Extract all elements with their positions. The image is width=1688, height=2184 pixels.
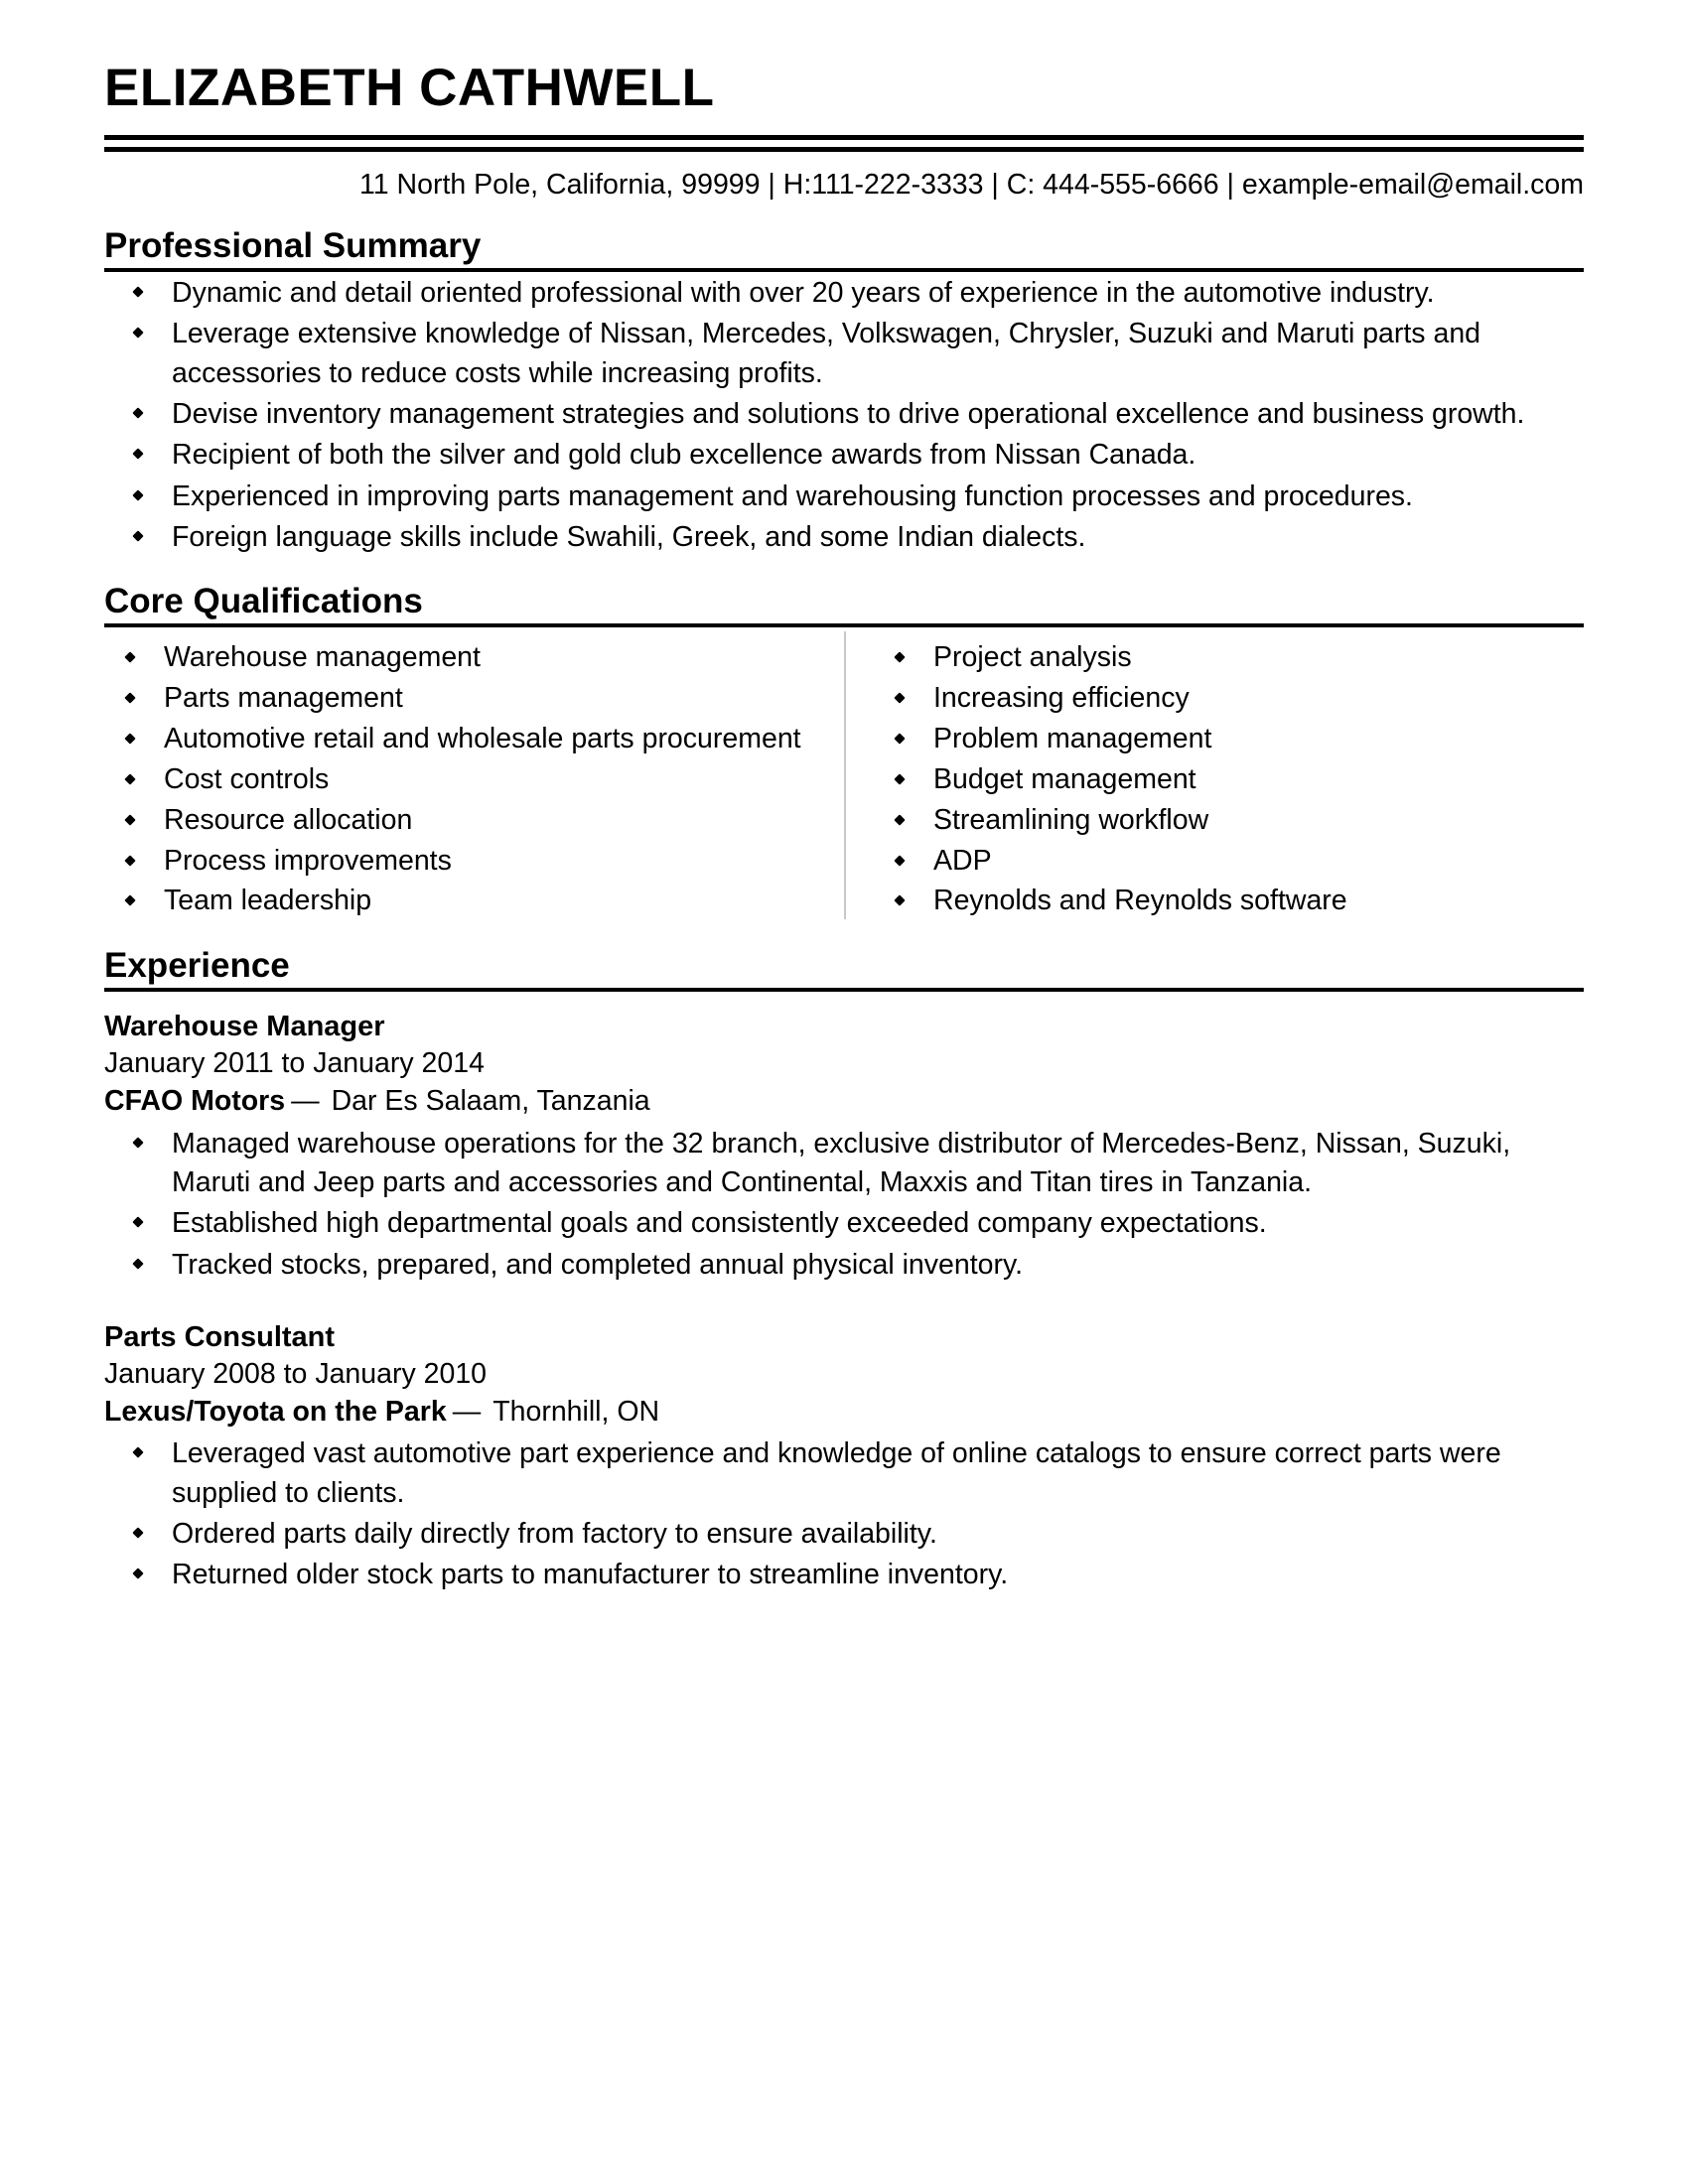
job-location: Dar Es Salaam, Tanzania: [331, 1084, 650, 1117]
section-heading-experience: Experience: [104, 947, 1584, 993]
job-dates: January 2008 to January 2010: [104, 1358, 488, 1391]
job-dates: January 2011 to January 2014: [104, 1047, 485, 1080]
list-item: Parts management: [104, 679, 814, 719]
list-item: Cost controls: [104, 760, 814, 800]
section-heading-professional-summary: Professional Summary: [104, 227, 1584, 272]
section-core-qualifications: Core Qualifications Warehouse management…: [104, 583, 1584, 921]
job-title: Parts Consultant: [104, 1320, 336, 1353]
experience-entry: Parts Consultant January 2008 to January…: [104, 1318, 1584, 1595]
list-item: Ordered parts daily directly from factor…: [104, 1515, 1584, 1554]
resume-header: ELIZABETH CATHWELL 11 North Pole, Califo…: [104, 0, 1584, 202]
column-divider: [844, 631, 846, 920]
qualifications-columns: Warehouse management Parts management Au…: [104, 631, 1584, 921]
job-company: CFAO Motors: [104, 1084, 286, 1117]
job-company-line: CFAO Motors — Dar Es Salaam, Tanzania: [104, 1083, 1584, 1121]
job-location: Thornhill, ON: [492, 1395, 660, 1428]
list-item: Returned older stock parts to manufactur…: [104, 1556, 1584, 1594]
list-item: Established high departmental goals and …: [104, 1204, 1584, 1243]
resume-page: ELIZABETH CATHWELL 11 North Pole, Califo…: [0, 0, 1688, 2184]
list-item: Process improvements: [104, 842, 814, 882]
qualifications-right-column: Project analysis Increasing efficiency P…: [844, 637, 1584, 921]
job-company-line: Lexus/Toyota on the Park — Thornhill, ON: [104, 1394, 1584, 1432]
job-separator-dash: —: [291, 1084, 320, 1117]
qualifications-left-list: Warehouse management Parts management Au…: [104, 638, 814, 921]
contact-line: 11 North Pole, California, 99999 | H:111…: [359, 169, 1584, 201]
list-item: Leveraged vast automotive part experienc…: [104, 1434, 1584, 1513]
list-item: Reynolds and Reynolds software: [874, 882, 1584, 921]
job-company: Lexus/Toyota on the Park: [104, 1395, 447, 1428]
section-experience: Experience Warehouse Manager January 201…: [104, 947, 1584, 1594]
list-item: Team leadership: [104, 882, 814, 921]
header-double-rule: [104, 135, 1584, 152]
list-item: Streamlining workflow: [874, 801, 1584, 841]
section-heading-core-qualifications: Core Qualifications: [104, 583, 1584, 628]
list-item: Warehouse management: [104, 638, 814, 678]
section-professional-summary: Professional Summary Dynamic and detail …: [104, 227, 1584, 557]
list-item: Dynamic and detail oriented professional…: [104, 274, 1584, 313]
job-bullet-list: Leveraged vast automotive part experienc…: [104, 1434, 1584, 1594]
list-item: Budget management: [874, 760, 1584, 800]
list-item: Recipient of both the silver and gold cl…: [104, 436, 1584, 475]
list-item: ADP: [874, 842, 1584, 882]
qualifications-left-column: Warehouse management Parts management Au…: [104, 637, 844, 921]
job-title: Warehouse Manager: [104, 1011, 385, 1043]
list-item: Leverage extensive knowledge of Nissan, …: [104, 315, 1584, 393]
list-item: Problem management: [874, 720, 1584, 759]
job-bullet-list: Managed warehouse operations for the 32 …: [104, 1125, 1584, 1285]
list-item: Devise inventory management strategies a…: [104, 395, 1584, 434]
qualifications-right-list: Project analysis Increasing efficiency P…: [874, 638, 1584, 921]
candidate-name: ELIZABETH CATHWELL: [104, 59, 715, 117]
list-item: Experienced in improving parts managemen…: [104, 478, 1584, 516]
list-item: Foreign language skills include Swahili,…: [104, 518, 1584, 557]
list-item: Tracked stocks, prepared, and completed …: [104, 1246, 1584, 1285]
list-item: Increasing efficiency: [874, 679, 1584, 719]
list-item: Managed warehouse operations for the 32 …: [104, 1125, 1584, 1203]
summary-bullet-list: Dynamic and detail oriented professional…: [104, 274, 1584, 557]
job-separator-dash: —: [452, 1395, 482, 1428]
list-item: Project analysis: [874, 638, 1584, 678]
list-item: Resource allocation: [104, 801, 814, 841]
list-item: Automotive retail and wholesale parts pr…: [104, 720, 814, 759]
experience-entry: Warehouse Manager January 2011 to Januar…: [104, 1008, 1584, 1285]
